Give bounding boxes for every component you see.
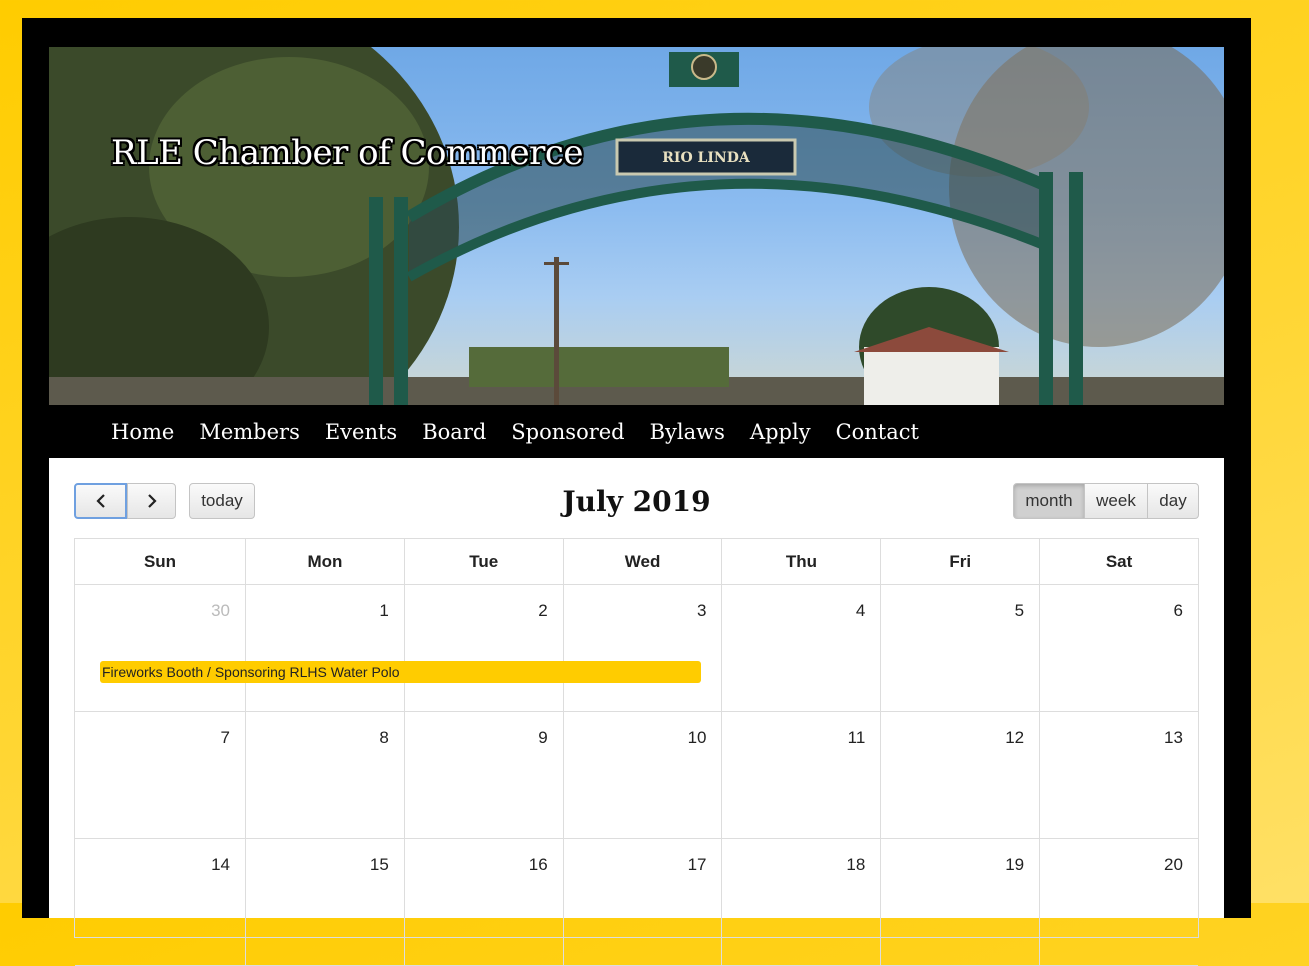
day-cell[interactable]: 5	[880, 585, 1039, 711]
nav-apply[interactable]: Apply	[750, 420, 811, 444]
day-view-button[interactable]: day	[1147, 483, 1199, 519]
today-button[interactable]: today	[189, 483, 255, 519]
day-cell[interactable]: 11	[721, 712, 880, 838]
nav-sponsored[interactable]: Sponsored	[511, 420, 624, 444]
day-cell[interactable]: 10	[562, 712, 722, 838]
day-cell[interactable]: 9	[403, 712, 563, 838]
banner-photo: RIO LINDA	[49, 47, 1224, 405]
nav-home[interactable]: Home	[111, 420, 174, 444]
day-header-wed: Wed	[562, 539, 722, 584]
day-number: 5	[1014, 601, 1025, 620]
day-number: 12	[1005, 728, 1025, 747]
calendar-title-text: July 2019	[562, 485, 711, 518]
day-header-tue: Tue	[403, 539, 563, 584]
day-header-sun: Sun	[143, 551, 177, 571]
day-cell[interactable]: 17	[562, 839, 722, 965]
day-header-fri: Fri	[880, 539, 1039, 584]
day-number: 14	[211, 855, 230, 874]
chevron-left-icon	[95, 494, 105, 508]
calendar-event[interactable]: Fireworks Booth / Sponsoring RLHS Water …	[100, 661, 701, 683]
day-cell[interactable]: 12	[880, 712, 1039, 838]
day-cell[interactable]: 18	[721, 839, 880, 965]
day-number: 4	[855, 601, 866, 620]
day-number: 16	[528, 855, 548, 874]
nav-events[interactable]: Events	[325, 420, 397, 444]
day-number: 10	[687, 728, 707, 747]
day-cell[interactable]: 30	[75, 585, 245, 711]
day-cell[interactable]: 19	[880, 839, 1039, 965]
chevron-right-icon	[147, 494, 157, 508]
day-cell[interactable]: 16	[403, 839, 563, 965]
day-header-sat: Sat	[1039, 539, 1198, 584]
calendar-toolbar: today July 2019 month week day	[74, 483, 1199, 521]
day-cell[interactable]: 14	[75, 839, 245, 965]
nav-contact[interactable]: Contact	[836, 420, 919, 444]
day-number: 6	[1173, 601, 1183, 620]
prev-month-button[interactable]	[74, 483, 127, 519]
day-cell[interactable]: 3	[562, 585, 722, 711]
day-number: 18	[846, 855, 866, 874]
day-number: 1	[379, 601, 389, 620]
day-number: 3	[697, 601, 707, 620]
day-cell[interactable]: 8	[245, 712, 404, 838]
week-row: 30 1 2 3 4 5 6 Fireworks Booth / Sponsor…	[75, 585, 1198, 712]
day-cell[interactable]: 13	[1039, 712, 1198, 838]
calendar-grid: Sun Mon Tue Wed Thu Fri Sat 30 1 2 3 4 5…	[74, 538, 1199, 966]
next-month-button[interactable]	[127, 483, 176, 519]
calendar-container: today July 2019 month week day Sun Mon T…	[49, 458, 1224, 966]
header-banner: RIO LINDA RLE Chamber of Commerce	[49, 47, 1224, 405]
site-title[interactable]: RLE Chamber of Commerce	[111, 133, 584, 173]
day-number: 17	[687, 855, 707, 874]
day-cell[interactable]: 1	[245, 585, 404, 711]
day-number: 8	[379, 728, 389, 747]
day-cell[interactable]: 7	[75, 712, 245, 838]
nav-bylaws[interactable]: Bylaws	[650, 420, 725, 444]
day-number: 13	[1164, 728, 1183, 747]
month-view-button[interactable]: month	[1013, 483, 1085, 519]
day-cell[interactable]: 4	[721, 585, 880, 711]
day-header-row: Sun Mon Tue Wed Thu Fri Sat	[75, 539, 1198, 585]
nav-board[interactable]: Board	[422, 420, 486, 444]
day-header-mon: Mon	[245, 539, 404, 584]
nav-members[interactable]: Members	[199, 420, 300, 444]
week-view-button[interactable]: week	[1084, 483, 1148, 519]
day-cell[interactable]: 15	[245, 839, 404, 965]
day-number: 7	[220, 728, 230, 747]
sign-text: RIO LINDA	[662, 150, 751, 166]
day-number: 20	[1164, 855, 1183, 874]
day-cell[interactable]: 20	[1039, 839, 1198, 965]
week-row: 7 8 9 10 11 12 13	[75, 712, 1198, 839]
day-number: 30	[211, 601, 230, 620]
day-cell[interactable]: 6	[1039, 585, 1198, 711]
day-number: 9	[538, 728, 548, 747]
day-number: 15	[369, 855, 389, 874]
day-cell[interactable]: 2	[403, 585, 563, 711]
main-nav: Home Members Events Board Sponsored Byla…	[49, 405, 1224, 458]
day-number: 11	[847, 728, 866, 747]
page-frame: RIO LINDA RLE Chamber of Commerce Home M…	[22, 18, 1251, 966]
day-header-thu: Thu	[721, 539, 880, 584]
day-number: 2	[538, 601, 548, 620]
day-number: 19	[1005, 855, 1025, 874]
